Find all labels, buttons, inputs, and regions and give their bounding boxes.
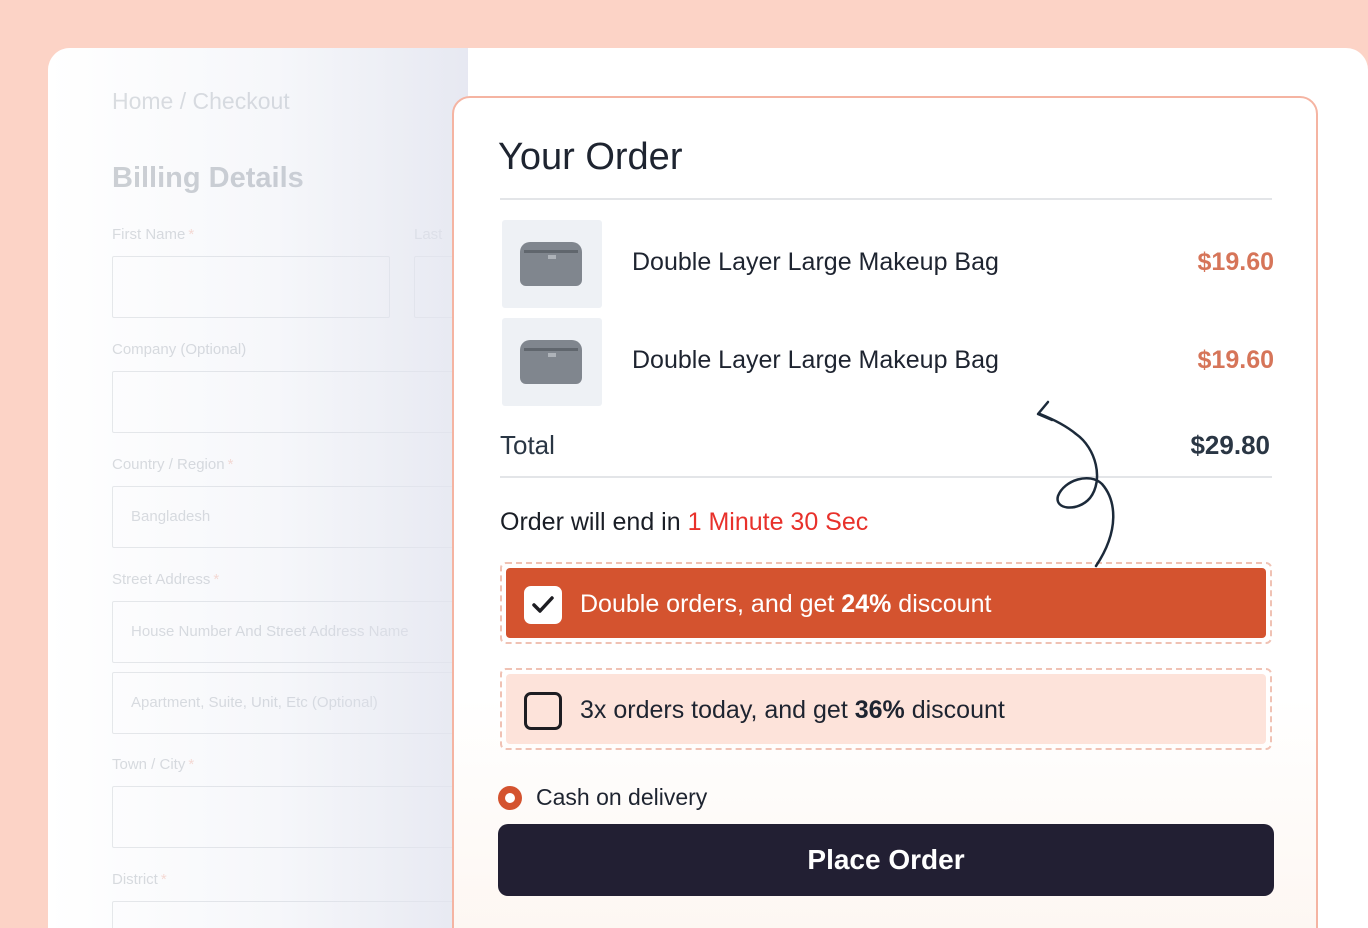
breadcrumb[interactable]: Home / Checkout [112,88,290,115]
timer-value: 1 Minute 30 Sec [687,508,869,536]
order-item: Double Layer Large Makeup Bag $19.60 [502,220,1274,308]
order-item: Double Layer Large Makeup Bag $19.60 [502,318,1274,406]
title-divider [500,198,1272,200]
item-name: Double Layer Large Makeup Bag [632,248,999,276]
first-name-field[interactable] [112,256,390,318]
billing-title: Billing Details [112,162,304,194]
offer-checkbox-checked[interactable] [524,586,562,624]
order-timer: Order will end in 1 Minute 30 Sec [500,508,869,536]
order-title: Your Order [498,136,683,178]
product-thumbnail [502,220,602,308]
offer-checkbox-unchecked[interactable] [524,692,562,730]
makeup-bag-image [520,242,582,286]
item-name: Double Layer Large Makeup Bag [632,346,999,374]
total-value: $29.80 [1190,430,1270,460]
town-field[interactable] [112,786,492,848]
total-divider [500,476,1272,478]
offer-double-orders[interactable]: Double orders, and get 24% discount [500,562,1272,644]
offer-text: 3x orders today, and get 36% discount [580,696,1005,724]
street-label: Street Address * [112,571,220,588]
country-select[interactable]: Bangladesh [112,486,492,548]
street-field[interactable]: House Number And Street Address Name [112,601,492,663]
billing-section: Home / Checkout Billing Details First Na… [48,48,494,928]
apartment-field[interactable]: Apartment, Suite, Unit, Etc (Optional) [112,672,492,734]
radio-selected-icon[interactable] [498,786,522,810]
district-label: District * [112,871,167,888]
company-label: Company (Optional) [112,341,247,358]
payment-label: Cash on delivery [536,784,708,810]
product-thumbnail [502,318,602,406]
place-order-button[interactable]: Place Order [498,824,1274,896]
item-price: $19.60 [1197,248,1274,276]
checkmark-icon [532,596,554,613]
total-label: Total [500,430,555,460]
last-name-label: Last [414,226,443,243]
offer-text: Double orders, and get 24% discount [580,590,992,618]
company-field[interactable] [112,371,492,433]
curved-arrow-icon [1036,400,1115,568]
makeup-bag-image [520,340,582,384]
first-name-label: First Name * [112,226,195,243]
town-label: Town / City * [112,756,195,773]
district-field[interactable] [112,901,492,928]
order-summary-card: Your Order Double Layer Large Makeup Bag… [452,96,1318,928]
item-price: $19.60 [1197,346,1274,374]
country-label: Country / Region * [112,456,234,473]
offer-triple-orders[interactable]: 3x orders today, and get 36% discount [500,668,1272,750]
